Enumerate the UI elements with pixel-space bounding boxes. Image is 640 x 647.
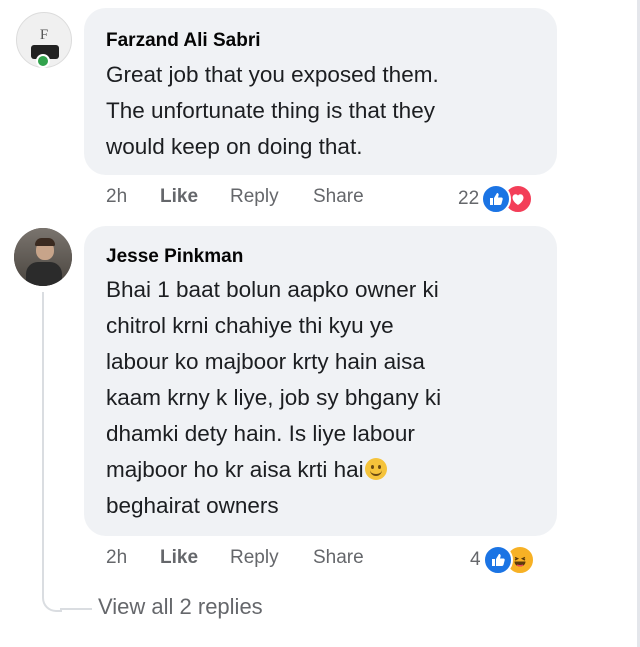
share-button[interactable]: Share	[313, 186, 364, 208]
view-all-replies-link[interactable]: View all 2 replies	[98, 594, 263, 620]
reply-button[interactable]: Reply	[230, 547, 313, 569]
like-icon	[481, 184, 512, 214]
smiling-face-icon	[364, 458, 387, 480]
comment-author-name[interactable]: Jesse Pinkman	[106, 246, 243, 268]
online-status-badge	[36, 54, 50, 68]
comment-text-line: Great job that you exposed them.	[106, 62, 439, 87]
avatar-jesse-pinkman[interactable]	[14, 228, 72, 286]
avatar-photo-hair	[35, 238, 55, 246]
comment-text-segment: majboor ho kr aisa krti hai	[106, 457, 364, 482]
comment-author-name[interactable]: Farzand Ali Sabri	[106, 30, 261, 52]
comment-timestamp-link[interactable]: 2h	[106, 186, 160, 208]
comment-text-line: The unfortunate thing is that they	[106, 98, 435, 123]
reaction-summary[interactable]: 22	[458, 184, 534, 214]
comment-actions: 2h Like Reply Share	[106, 547, 364, 569]
comment-text-line: labour ko majboor krty hain aisa	[106, 349, 425, 374]
share-button[interactable]: Share	[313, 547, 364, 569]
comment-text-line: chitrol krni chahiye thi kyu ye	[106, 313, 394, 338]
reaction-summary[interactable]: 4	[470, 545, 535, 575]
reaction-count: 22	[458, 188, 480, 209]
comment-text-line: kaam krny k liye, job sy bhgany ki	[106, 385, 442, 410]
comment-text: Great job that you exposed them. The unf…	[106, 57, 546, 165]
like-icon	[482, 545, 513, 575]
reaction-count: 4	[470, 549, 481, 570]
comment-text-line: dhamki dety hain. Is liye labour	[106, 421, 415, 446]
comment-text-line: would keep on doing that.	[106, 134, 363, 159]
like-button[interactable]: Like	[160, 186, 230, 208]
comment-actions: 2h Like Reply Share	[106, 186, 364, 208]
comment-text-line: majboor ho kr aisa krti hai	[106, 452, 546, 488]
comment-text-line: Bhai 1 baat bolun aapko owner ki	[106, 277, 439, 302]
avatar-photo-body	[26, 262, 62, 286]
comment-timestamp-link[interactable]: 2h	[106, 547, 160, 569]
reply-thread-connector	[42, 292, 62, 612]
reply-button[interactable]: Reply	[230, 186, 313, 208]
comment-text: Bhai 1 baat bolun aapko owner ki chitrol…	[106, 272, 546, 524]
comment-text-line: beghairat owners	[106, 493, 279, 518]
avatar-logo-letter: F	[39, 27, 49, 43]
like-button[interactable]: Like	[160, 547, 230, 569]
reply-thread-stub	[60, 608, 92, 610]
